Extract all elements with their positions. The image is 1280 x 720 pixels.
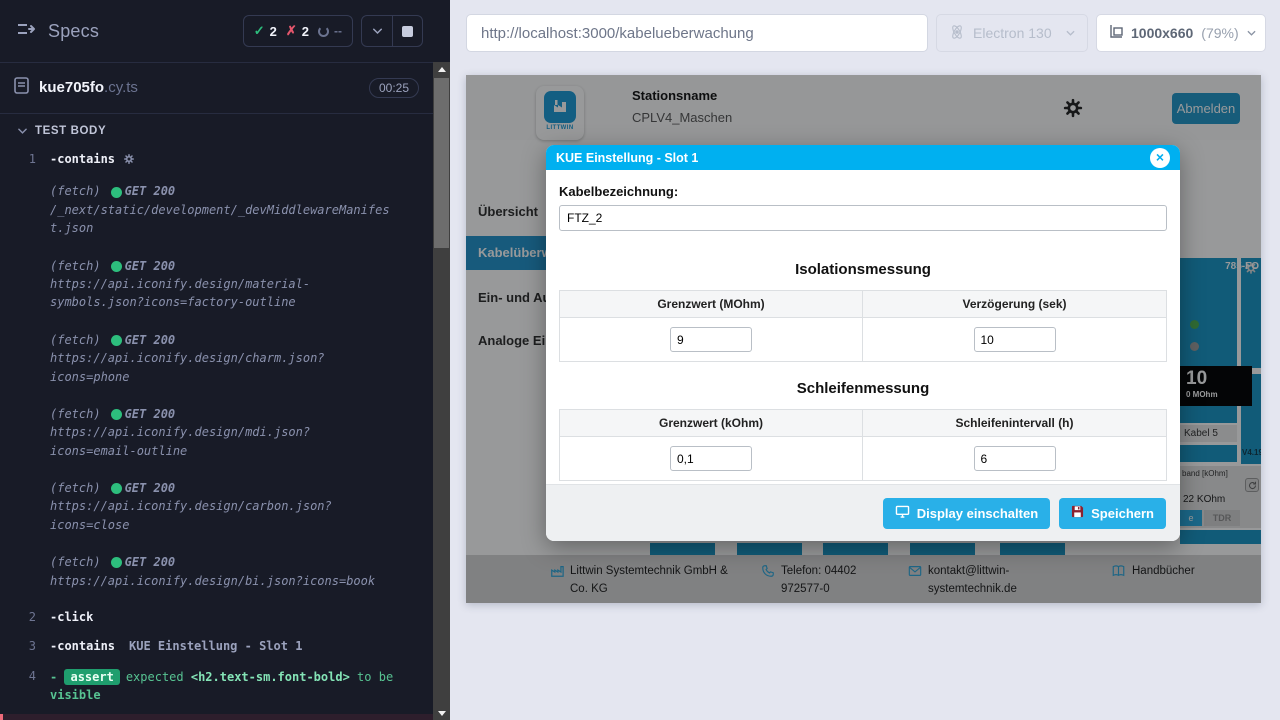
speichern-button[interactable]: Speichern	[1059, 498, 1166, 529]
schleifenmessung-heading: Schleifenmessung	[559, 380, 1167, 397]
test-body-toggle[interactable]: TEST BODY	[0, 114, 433, 144]
command-contains-failed[interactable]: 5 -contains× 0	[0, 714, 433, 720]
spec-file-icon	[14, 77, 29, 99]
scrollbar-thumb[interactable]	[434, 78, 449, 248]
x-icon: ✗	[286, 23, 297, 39]
browser-selector[interactable]: Electron 130	[936, 14, 1088, 52]
test-stats: ✓2 ✗2 --	[243, 15, 353, 47]
collapse-button[interactable]	[362, 16, 392, 46]
grenzwert-kohm-input[interactable]	[670, 446, 752, 471]
gear-icon	[123, 154, 135, 168]
kabelbezeichnung-label: Kabelbezeichnung:	[559, 184, 1167, 199]
grenzwert-mohm-input[interactable]	[670, 327, 752, 352]
kabelbezeichnung-input[interactable]	[559, 205, 1167, 231]
chevron-down-icon	[1066, 29, 1075, 38]
save-floppy-icon	[1071, 505, 1084, 521]
stat-failed: ✗2	[286, 23, 309, 39]
success-dot-icon	[111, 261, 122, 272]
spec-ext: .cy.ts	[104, 79, 138, 96]
assert-badge: assert	[64, 669, 119, 685]
pending-icon	[318, 26, 329, 37]
electron-icon	[949, 24, 965, 43]
spec-row[interactable]: kue705fo.cy.ts 00:25	[0, 63, 433, 114]
close-icon[interactable]: ×	[1150, 148, 1170, 168]
viewport-icon	[1109, 24, 1123, 42]
fetch-log-item[interactable]: (fetch)GET 200 /_next/static/development…	[0, 173, 433, 247]
modal-title: KUE Einstellung - Slot 1	[556, 151, 698, 165]
fetch-log-item[interactable]: (fetch)GET 200 https://api.iconify.desig…	[0, 544, 433, 600]
modal-header: KUE Einstellung - Slot 1 ×	[546, 145, 1180, 170]
chevron-down-icon	[1247, 29, 1256, 38]
command-click[interactable]: 2 -click	[0, 606, 433, 629]
schleifen-table: Grenzwert (kOhm) Schleifenintervall (h)	[559, 409, 1167, 481]
stop-button[interactable]	[392, 16, 422, 46]
monitor-icon	[895, 505, 910, 521]
schleifenintervall-input[interactable]	[974, 446, 1056, 471]
verzoegerung-input[interactable]	[974, 327, 1056, 352]
col-verzoegerung: Verzögerung (sek)	[863, 291, 1166, 317]
isolation-table: Grenzwert (MOhm) Verzögerung (sek)	[559, 290, 1167, 362]
fetch-log-item[interactable]: (fetch)GET 200 https://api.iconify.desig…	[0, 322, 433, 396]
fetch-log-item[interactable]: (fetch)GET 200 https://api.iconify.desig…	[0, 248, 433, 322]
command-assert[interactable]: 4 - assertexpected <h2.text-sm.font-bold…	[0, 665, 433, 708]
command-contains-1[interactable]: 1 -contains	[0, 148, 433, 173]
fetch-log-item[interactable]: (fetch)GET 200 https://api.iconify.desig…	[0, 396, 433, 470]
sidebar-scrollbar[interactable]	[433, 62, 450, 720]
success-dot-icon	[111, 409, 122, 420]
modal-footer: Display einschalten Speichern	[546, 484, 1180, 541]
col-grenzwert-mohm: Grenzwert (MOhm)	[560, 291, 863, 317]
col-grenzwert-kohm: Grenzwert (kOhm)	[560, 410, 863, 436]
viewport-selector[interactable]: 1000x660 (79%)	[1096, 14, 1266, 52]
app-stage: LITTWIN Stationsname CPLV4_Maschen Abmel…	[466, 75, 1261, 603]
success-dot-icon	[111, 483, 122, 494]
reporter-sidebar: Specs ✓2 ✗2 --	[0, 0, 450, 720]
reporter-header: Specs ✓2 ✗2 --	[0, 0, 433, 63]
col-schleifenintervall: Schleifenintervall (h)	[863, 410, 1166, 436]
url-input[interactable]: http://localhost:3000/kabelueberwachung	[466, 14, 928, 52]
command-contains-3[interactable]: 3 -containsKUE Einstellung - Slot 1	[0, 635, 433, 658]
command-log: 1 -contains (fetch)GET 200 /_next/static…	[0, 144, 433, 720]
check-icon: ✓	[254, 23, 265, 39]
specs-title[interactable]: Specs	[48, 21, 99, 42]
success-dot-icon	[111, 187, 122, 198]
cypress-runner: Specs ✓2 ✗2 --	[0, 0, 1280, 720]
isolationsmessung-heading: Isolationsmessung	[559, 261, 1167, 278]
stat-passed: ✓2	[254, 23, 277, 39]
success-dot-icon	[111, 335, 122, 346]
specs-menu-icon[interactable]	[16, 21, 36, 42]
spec-duration-badge: 00:25	[369, 78, 419, 98]
run-controls	[361, 15, 423, 47]
fetch-log-item[interactable]: (fetch)GET 200 https://api.iconify.desig…	[0, 470, 433, 544]
scroll-up-arrow[interactable]	[433, 62, 450, 76]
display-einschalten-button[interactable]: Display einschalten	[883, 498, 1050, 529]
stat-pending: --	[318, 24, 342, 38]
chevron-down-icon	[18, 127, 27, 136]
kue-settings-modal: KUE Einstellung - Slot 1 × Kabelbezeichn…	[546, 145, 1180, 541]
scroll-down-arrow[interactable]	[433, 706, 450, 720]
spec-name[interactable]: kue705fo	[39, 79, 104, 96]
success-dot-icon	[111, 557, 122, 568]
stop-icon	[402, 26, 413, 37]
aut-panel: http://localhost:3000/kabelueberwachung …	[450, 0, 1280, 720]
